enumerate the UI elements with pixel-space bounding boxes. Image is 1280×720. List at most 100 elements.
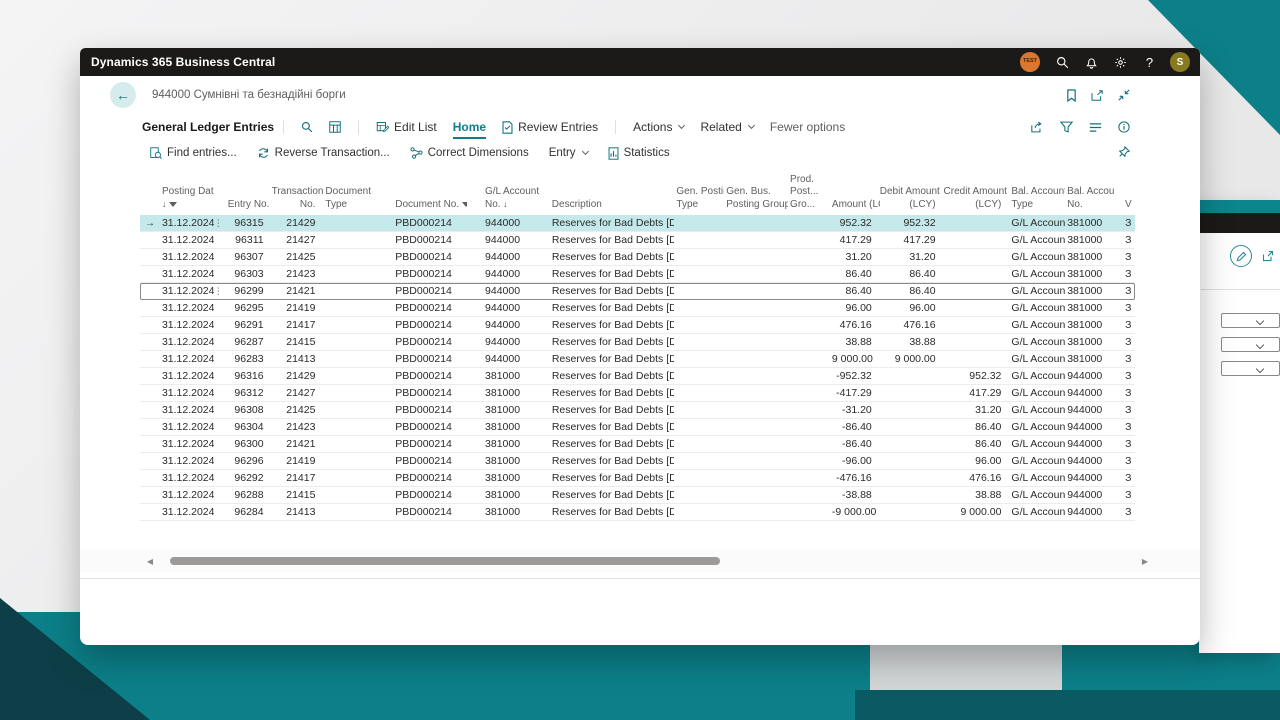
settings-gear-icon[interactable] [1106,48,1135,76]
bookmark-icon[interactable] [1066,89,1077,102]
statistics-button[interactable]: Statistics [608,147,670,160]
column-header-gen_prod[interactable]: Gen.Prod.Post...Gro... [788,170,832,211]
cell-amount: -31.20 [832,404,880,416]
table-row[interactable]: 31.12.20249629621419PBD000214381000Reser… [140,453,1135,470]
edit-pencil-icon[interactable] [1230,245,1252,267]
cell-doc_no: PBD000214 [379,217,467,229]
column-header-v[interactable]: V [1115,199,1135,212]
cell-gl_no[interactable]: 944000 [467,285,547,297]
table-row[interactable]: 31.12.20249629521419PBD000214944000Reser… [140,300,1135,317]
info-icon[interactable] [1118,121,1130,133]
column-header-trans_no[interactable]: TransactionNo. [272,186,324,211]
test-environment-badge: TEST [1020,52,1040,72]
avatar[interactable]: S [1170,52,1190,72]
menu-entry[interactable]: Entry [549,147,588,159]
column-header-gen_bus[interactable]: Gen. Bus.Posting Group [724,186,788,211]
dropdown-field[interactable] [1221,361,1280,376]
cell-posting_date: 31.12.2024 [160,319,214,331]
cell-gl_no: 944000 [467,319,547,331]
column-header-doc_no[interactable]: Document No. [379,199,467,212]
cell-entry_no: 96307 [228,251,272,263]
cell-posting_date: 31.12.2024 [160,438,214,450]
pin-icon[interactable] [1118,146,1130,158]
column-header-debit[interactable]: Debit Amount(LCY) [880,186,944,211]
column-header-credit[interactable]: Credit Amount(LCY) [944,186,1010,211]
table-row[interactable]: 31.12.20249630021421PBD000214381000Reser… [140,436,1135,453]
cell-description: Reserves for Bad Debts [Dece… [547,455,675,467]
filter-funnel-icon[interactable] [1060,121,1073,133]
table-row[interactable]: 31.12.20249628321413PBD000214944000Reser… [140,351,1135,368]
cell-posting_date[interactable]: 31.12.2024 [160,217,214,229]
table-row[interactable]: 31.12.20249628821415PBD000214381000Reser… [140,487,1135,504]
divider [80,578,1200,579]
edit-list-button[interactable]: Edit List [376,120,437,134]
table-row[interactable]: 31.12.20249628721415PBD000214944000Reser… [140,334,1135,351]
dropdown-field[interactable] [1221,337,1280,352]
cell-trans_no: 21413 [272,506,324,518]
search-list-icon[interactable] [301,121,313,133]
notifications-bell-icon[interactable] [1077,48,1106,76]
table-row[interactable]: →31.12.2024⋮9631521429PBD000214944000Res… [140,215,1135,232]
horizontal-scrollbar[interactable]: ◀ ▶ [80,550,1200,572]
table-row[interactable]: 31.12.20249630821425PBD000214381000Reser… [140,402,1135,419]
list-caption[interactable]: General Ledger Entries [142,120,274,134]
cell-v: З [1115,319,1135,331]
dropdown-field[interactable] [1221,313,1280,328]
cell-doc_no: PBD000214 [379,285,467,297]
cell-posting_date: 31.12.2024 [160,268,214,280]
cell-entry_no: 96304 [228,421,272,433]
table-row[interactable]: 31.12.20249629221417PBD000214381000Reser… [140,470,1135,487]
table-row[interactable]: 31.12.2024⋮9629921421PBD000214944000Rese… [140,283,1135,300]
column-header-amount[interactable]: Amount (LCY) [832,199,880,212]
cell-trans_no: 21415 [272,489,324,501]
correct-dimensions-button[interactable]: Correct Dimensions [410,147,529,159]
fewer-options-button[interactable]: Fewer options [770,120,845,134]
table-row[interactable]: 31.12.20249631121427PBD000214944000Reser… [140,232,1135,249]
table-row[interactable]: 31.12.20249628421413PBD000214381000Reser… [140,504,1135,521]
cell-bal_no[interactable]: 381000 [1065,285,1115,297]
cell-bal_no: 944000 [1065,421,1115,433]
cell-amount: 9 000.00 [832,353,880,365]
table-row[interactable]: 31.12.20249630721425PBD000214944000Reser… [140,249,1135,266]
share-icon[interactable] [1031,121,1044,133]
app-title[interactable]: Dynamics 365 Business Central [80,55,275,69]
table-row[interactable]: 31.12.20249630421423PBD000214381000Reser… [140,419,1135,436]
collapse-icon[interactable] [1118,89,1130,101]
find-entries-button[interactable]: Find entries... [150,147,237,159]
table-row[interactable]: 31.12.20249631621429PBD000214381000Reser… [140,368,1135,385]
help-icon[interactable]: ? [1135,48,1164,76]
cell-description: Reserves for Bad Debts [Dece… [547,421,675,433]
review-entries-button[interactable]: Review Entries [502,120,598,134]
cell-gl_no[interactable]: 944000 [467,217,547,229]
share-icon[interactable] [1262,250,1274,262]
scroll-left-arrow-icon[interactable]: ◀ [140,557,160,566]
column-header-entry_no[interactable]: Entry No. [228,199,272,212]
analyze-grid-icon[interactable] [329,121,341,133]
table-row[interactable]: 31.12.20249631221427PBD000214381000Reser… [140,385,1135,402]
column-header-description[interactable]: Description [547,199,675,212]
back-button[interactable]: ← [110,82,136,108]
open-in-new-window-icon[interactable] [1091,90,1104,101]
scrollbar-track[interactable] [160,556,1135,566]
menu-actions[interactable]: Actions [633,120,684,134]
table-row[interactable]: 31.12.20249630321423PBD000214944000Reser… [140,266,1135,283]
table-row[interactable]: 31.12.20249629121417PBD000214944000Reser… [140,317,1135,334]
search-icon[interactable] [1048,48,1077,76]
cell-doc_no: PBD000214 [379,353,467,365]
column-header-bal_no[interactable]: Bal. AccountNo. [1065,186,1115,211]
column-header-gl_no[interactable]: G/L AccountNo. ↓ [467,186,547,211]
cell-amount: -9 000.00 [832,506,880,518]
menu-related[interactable]: Related [700,120,753,134]
column-header-gen_type[interactable]: Gen. PostingType [674,186,724,211]
cell-trans_no: 21429 [272,370,324,382]
column-header-posting_date[interactable]: Posting Date↓ [160,186,214,211]
scroll-right-arrow-icon[interactable]: ▶ [1135,557,1155,566]
list-view-icon[interactable] [1089,122,1102,133]
cell-bal_no[interactable]: 381000 [1065,217,1115,229]
tab-home[interactable]: Home [453,120,486,134]
scrollbar-thumb[interactable] [170,557,720,565]
cell-credit: 952.32 [944,370,1010,382]
reverse-transaction-button[interactable]: Reverse Transaction... [257,147,390,159]
column-header-bal_type[interactable]: Bal. AccountType [1009,186,1065,211]
column-header-doc_type[interactable]: DocumentType [323,186,379,211]
